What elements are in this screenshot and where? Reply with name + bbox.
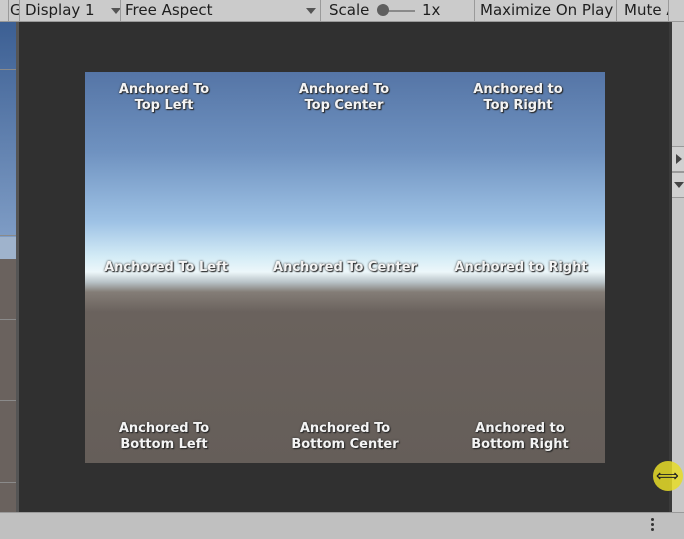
label-mid-center: Anchored To Center [273,260,417,275]
game-dropdown-partial[interactable]: G [10,0,19,21]
scale-slider-thumb[interactable] [377,4,389,16]
chevron-down-icon [111,8,120,14]
display-label: Display 1 [25,1,95,19]
chevron-down-icon [674,182,684,188]
left-partial-tab[interactable] [0,0,8,21]
expand-button[interactable] [672,146,684,172]
scene-view-strip [0,22,16,512]
mute-audio-button[interactable]: Mute A [624,0,668,21]
game-view-toolbar: G Display 1 Free Aspect Scale 1x Maximiz… [0,0,684,22]
scale-value: 1x [422,1,441,19]
kebab-menu-icon[interactable] [651,518,655,532]
collapse-button[interactable] [672,172,684,198]
status-bar [0,512,684,539]
maximize-on-play-button[interactable]: Maximize On Play [480,0,615,21]
label-bottom-right: Anchored to Bottom Right [471,421,569,452]
label-bottom-center: Anchored To Bottom Center [291,421,399,452]
play-triangle-icon [676,154,682,164]
display-dropdown[interactable]: Display 1 [25,0,120,21]
label-bottom-left: Anchored To Bottom Left [118,421,210,452]
label-mid-left: Anchored To Left [104,260,228,275]
label-mid-right: Anchored to Right [454,260,588,275]
game-canvas[interactable]: Anchored To Top Left Anchored To Top Cente… [85,72,605,463]
label-top-left: Anchored To Top Left [118,82,210,113]
label-top-center: Anchored To Top Center [298,82,390,113]
label-top-right: Anchored to Top Right [473,82,563,113]
aspect-label: Free Aspect [125,1,213,19]
aspect-dropdown[interactable]: Free Aspect [125,0,320,21]
right-panel-strip [672,22,684,512]
scale-label: Scale [329,1,370,19]
horizontal-resize-icon: ⟺ [653,461,683,491]
chevron-down-icon [306,8,316,14]
